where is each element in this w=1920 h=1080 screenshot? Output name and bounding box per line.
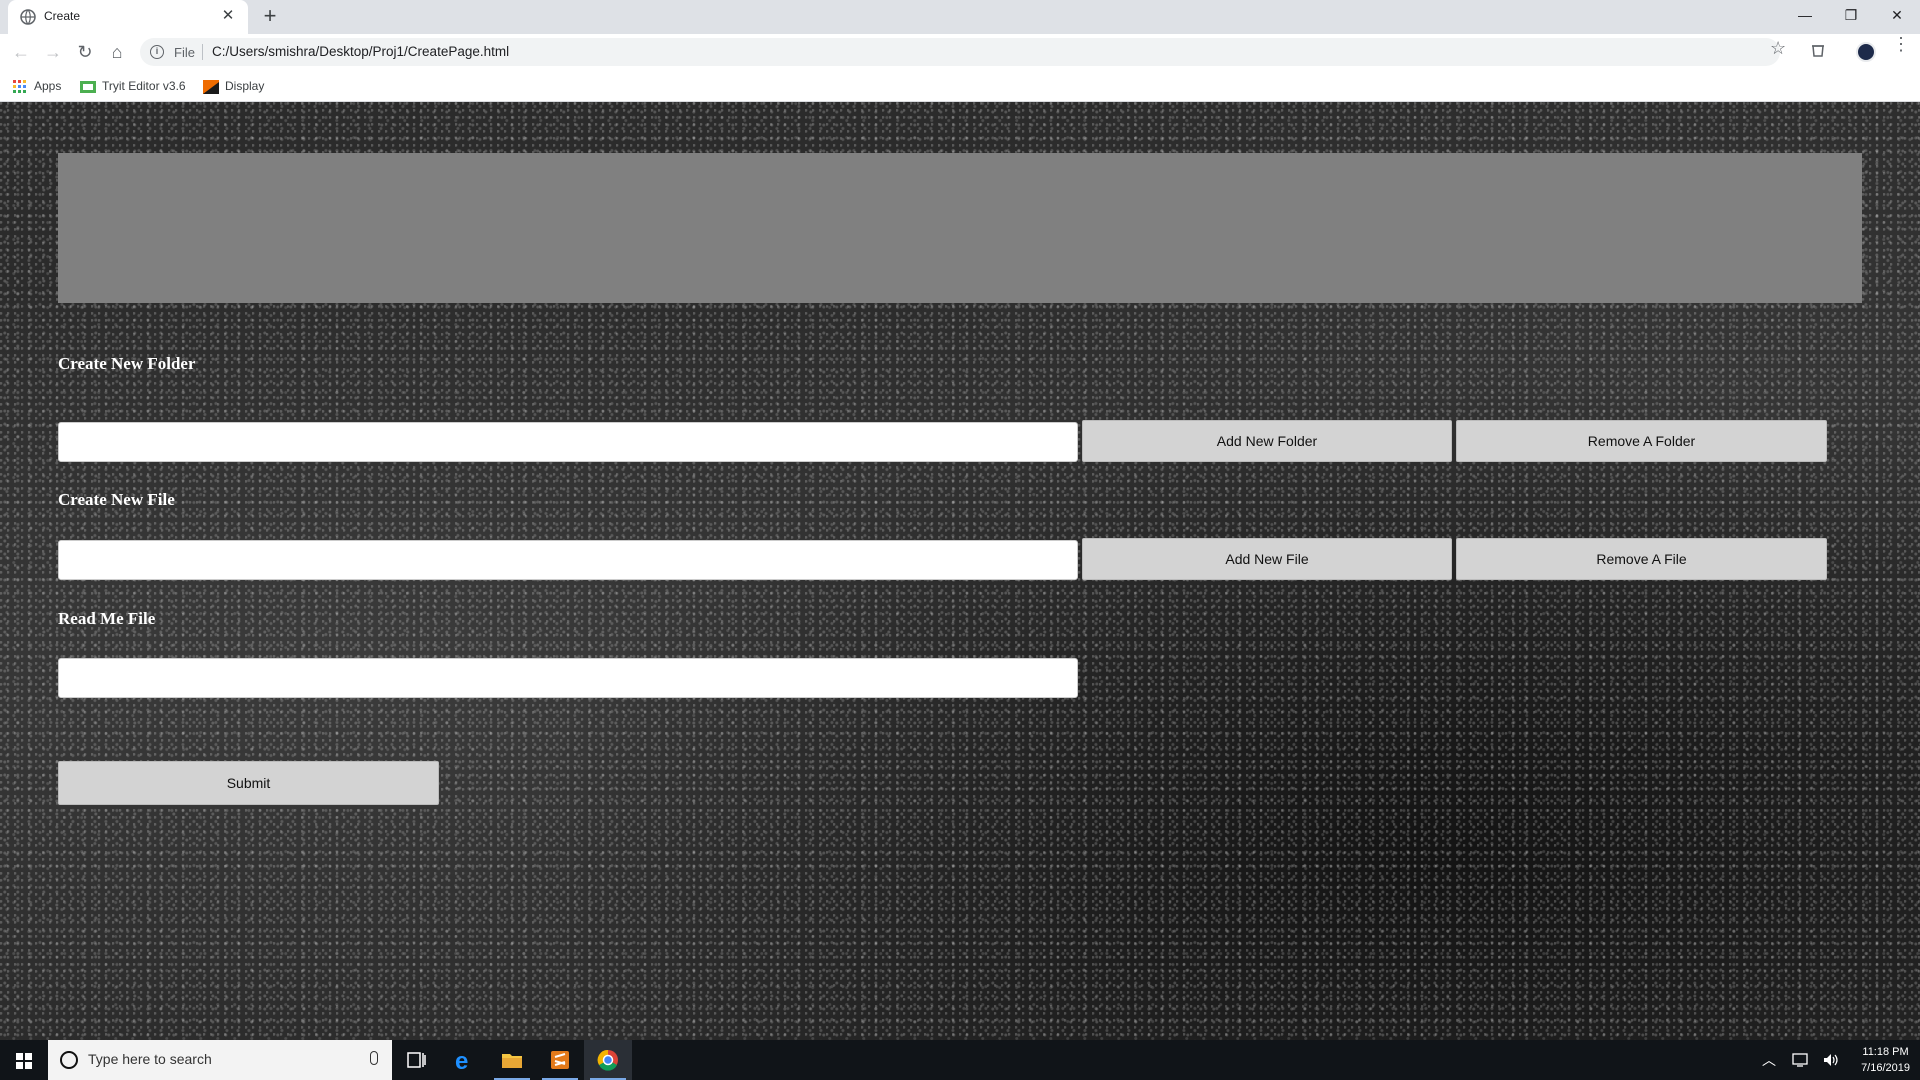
network-icon[interactable]	[1792, 1052, 1810, 1068]
readme-input[interactable]	[58, 658, 1078, 698]
cortana-icon	[60, 1051, 78, 1069]
bookmarks-bar: Apps Tryit Editor v3.6 Display	[0, 70, 1920, 102]
tab-create[interactable]: Create ✕	[8, 0, 248, 34]
taskbar-clock[interactable]: 11:18 PM 7/16/2019	[1861, 1044, 1910, 1076]
new-tab-icon[interactable]: +	[258, 5, 282, 29]
folder-name-input[interactable]	[58, 422, 1078, 462]
file-name-input[interactable]	[58, 540, 1078, 580]
back-icon[interactable]: ←	[8, 39, 34, 65]
extension-icon[interactable]	[1810, 42, 1826, 58]
address-url[interactable]: C:/Users/smishra/Desktop/Proj1/CreatePag…	[212, 44, 509, 59]
svg-text:e: e	[455, 1048, 468, 1075]
windows-start-icon[interactable]	[0, 1040, 48, 1080]
bookmark-tryit[interactable]: Tryit Editor v3.6	[80, 77, 186, 95]
volume-icon[interactable]	[1822, 1052, 1840, 1068]
globe-icon	[20, 9, 36, 25]
browser-toolbar: ← → ↻ ⌂ i File C:/Users/smishra/Desktop/…	[0, 34, 1920, 70]
add-file-button[interactable]: Add New File	[1082, 538, 1452, 580]
bookmark-apps-label: Apps	[34, 79, 62, 93]
profile-avatar[interactable]	[1856, 42, 1876, 62]
microphone-icon[interactable]	[370, 1051, 378, 1065]
restore-icon[interactable]: ❐	[1828, 0, 1874, 30]
home-icon[interactable]: ⌂	[104, 39, 130, 65]
taskbar-search[interactable]: Type here to search	[48, 1040, 392, 1080]
page-viewport: Create New Folder Add New Folder Remove …	[0, 102, 1920, 1040]
bookmark-display-label: Display	[225, 79, 265, 93]
edge-icon[interactable]: e	[440, 1040, 488, 1080]
display-icon	[203, 79, 219, 94]
tray-chevron-icon[interactable]: ︿	[1762, 1050, 1776, 1070]
menu-icon[interactable]: ⋮	[1892, 35, 1910, 53]
header-banner	[58, 153, 1862, 303]
task-view-icon[interactable]	[392, 1040, 440, 1080]
address-bar[interactable]: i File C:/Users/smishra/Desktop/Proj1/Cr…	[140, 38, 1780, 66]
bookmark-tryit-label: Tryit Editor v3.6	[102, 79, 186, 93]
readme-section-title: Read Me File	[58, 609, 156, 628]
windows-taskbar: Type here to search e ︿ 11:18 PM 7/16/20…	[0, 1040, 1920, 1080]
chrome-taskbar-icon[interactable]	[584, 1040, 632, 1080]
tryit-icon	[80, 80, 96, 93]
apps-grid-icon	[13, 79, 26, 93]
tab-close-icon[interactable]: ✕	[218, 6, 238, 26]
taskbar-search-placeholder: Type here to search	[88, 1051, 212, 1067]
folder-section-title: Create New Folder	[58, 354, 196, 373]
address-scheme: File	[174, 45, 195, 60]
clock-time: 11:18 PM	[1862, 1046, 1909, 1058]
tab-strip: Create ✕ + — ❐ ✕	[0, 0, 1920, 34]
bookmark-star-icon[interactable]: ☆	[1770, 38, 1786, 59]
info-icon[interactable]: i	[150, 45, 164, 59]
add-folder-button[interactable]: Add New Folder	[1082, 420, 1452, 462]
remove-file-button[interactable]: Remove A File	[1456, 538, 1827, 580]
bookmark-display[interactable]: Display	[203, 77, 264, 95]
file-section-title: Create New File	[58, 490, 175, 509]
tab-title: Create	[44, 9, 81, 23]
remove-folder-button[interactable]: Remove A Folder	[1456, 420, 1827, 462]
address-separator	[202, 44, 203, 60]
clock-date: 7/16/2019	[1861, 1062, 1910, 1074]
submit-button[interactable]: Submit	[58, 761, 439, 805]
sublime-text-icon[interactable]	[536, 1040, 584, 1080]
bookmark-apps[interactable]: Apps	[12, 77, 61, 95]
minimize-icon[interactable]: —	[1782, 0, 1828, 30]
reload-icon[interactable]: ↻	[72, 39, 98, 65]
file-explorer-icon[interactable]	[488, 1040, 536, 1080]
window-close-icon[interactable]: ✕	[1874, 0, 1920, 30]
forward-icon[interactable]: →	[40, 39, 66, 65]
